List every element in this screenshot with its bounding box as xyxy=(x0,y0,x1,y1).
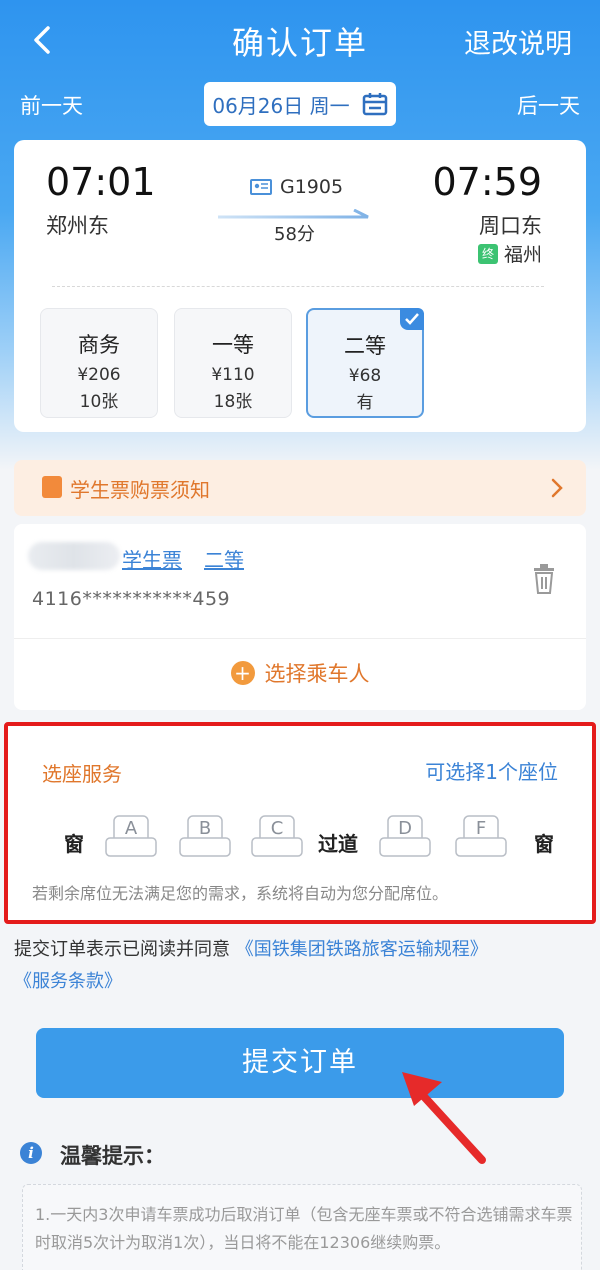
seat-letter: C xyxy=(270,818,284,839)
seat-class-availability: 18张 xyxy=(213,392,253,412)
train-number-text: G1905 xyxy=(280,176,344,198)
terminal-station: 终 福州 xyxy=(477,240,542,267)
seat-class-second[interactable]: 二等 ¥68 有 xyxy=(306,308,424,418)
seat-class-name: 商务 xyxy=(78,333,120,357)
seat-letter: D xyxy=(398,818,412,839)
selected-check-icon xyxy=(400,308,424,330)
seat-B[interactable]: B xyxy=(178,814,232,858)
window-label-right: 窗 xyxy=(534,832,554,856)
train-number[interactable]: G1905 xyxy=(250,176,343,198)
tips-text: 1.一天内3次申请车票成功后取消订单（包含无座车票或不符合选铺需求车票时取消5次… xyxy=(35,1205,573,1252)
seat-class-price: ¥110 xyxy=(211,365,255,385)
seat-map: 窗 A B C 过道 D F 窗 xyxy=(64,814,554,870)
date-text: 06月26日 周一 xyxy=(212,93,350,118)
date-selector[interactable]: 06月26日 周一 xyxy=(204,82,396,126)
student-ticket-notice[interactable]: 学生票购票须知 xyxy=(14,460,586,516)
tips-title: 温馨提示： xyxy=(60,1144,165,1168)
seat-class-business[interactable]: 商务 ¥206 10张 xyxy=(40,308,158,418)
seat-class-price: ¥68 xyxy=(348,366,382,386)
train-id-icon xyxy=(250,179,272,195)
arrival-station: 周口东 xyxy=(479,214,542,238)
trash-icon[interactable] xyxy=(532,564,556,594)
trip-duration: 58分 xyxy=(274,224,315,245)
plus-icon: + xyxy=(230,661,255,685)
seat-D[interactable]: D xyxy=(378,814,432,858)
seat-class-availability: 10张 xyxy=(79,392,119,412)
departure-time: 07:01 xyxy=(46,160,156,204)
seat-class-name: 一等 xyxy=(212,333,254,357)
passenger-seat-class-link[interactable]: 二等 xyxy=(204,544,244,573)
choose-passenger-label: 选择乘车人 xyxy=(264,662,370,686)
seat-letter: B xyxy=(198,818,212,839)
travel-arrow-icon xyxy=(218,204,374,219)
next-day-button[interactable]: 后一天 xyxy=(517,90,580,120)
divider xyxy=(52,286,544,287)
agreement-text: 提交订单表示已阅读并同意 《国铁集团铁路旅客运输规程》《服务条款》 xyxy=(14,934,586,998)
seat-A[interactable]: A xyxy=(104,814,158,858)
seat-class-availability: 有 xyxy=(356,393,374,413)
seat-letter: A xyxy=(124,818,138,839)
divider xyxy=(14,638,586,639)
refund-policy-link[interactable]: 退改说明 xyxy=(464,22,572,61)
seat-service-title: 选座服务 xyxy=(42,762,122,786)
calendar-icon xyxy=(362,92,388,116)
passenger-card: 学生票 二等 4116***********459 + 选择乘车人 xyxy=(14,524,586,710)
prev-day-button[interactable]: 前一天 xyxy=(20,90,83,120)
seat-class-first[interactable]: 一等 ¥110 18张 xyxy=(174,308,292,418)
seat-class-name: 二等 xyxy=(344,334,386,358)
transport-rules-link[interactable]: 《国铁集团铁路旅客运输规程》 xyxy=(236,939,488,960)
tips-box: 1.一天内3次申请车票成功后取消订单（包含无座车票或不符合选铺需求车票时取消5次… xyxy=(22,1184,582,1270)
aisle-label: 过道 xyxy=(318,832,358,856)
red-arrow-annotation-icon xyxy=(392,1060,502,1170)
passenger-id-number: 4116***********459 xyxy=(32,588,231,610)
seat-C[interactable]: C xyxy=(250,814,304,858)
arrival-time: 07:59 xyxy=(432,160,542,204)
seat-service-note: 若剩余席位无法满足您的需求，系统将自动为您分配席位。 xyxy=(32,884,449,903)
train-info-card: 07:01 郑州东 G1905 58分 07:59 周口东 终 福州 商务 ¥2… xyxy=(14,140,586,432)
agreement-prefix: 提交订单表示已阅读并同意 xyxy=(14,939,230,960)
seat-F[interactable]: F xyxy=(454,814,508,858)
service-terms-link[interactable]: 《服务条款》 xyxy=(14,971,122,992)
terminal-station-name: 福州 xyxy=(503,244,542,266)
departure-station: 郑州东 xyxy=(46,214,109,238)
notice-book-icon xyxy=(42,476,62,498)
info-icon: i xyxy=(20,1142,42,1164)
seat-class-price: ¥206 xyxy=(77,365,121,385)
choose-passenger-button[interactable]: + 选择乘车人 xyxy=(14,658,586,688)
terminal-badge: 终 xyxy=(477,243,498,264)
ticket-type-link[interactable]: 学生票 xyxy=(122,544,182,573)
passenger-name-redacted xyxy=(28,542,120,570)
seat-selection-count: 可选择1个座位 xyxy=(425,760,558,784)
window-label-left: 窗 xyxy=(64,832,84,856)
chevron-right-icon xyxy=(548,476,566,500)
seat-selection-service: 选座服务 可选择1个座位 窗 A B C 过道 D F 窗 若剩余席位无法满足您… xyxy=(4,722,596,924)
notice-label: 学生票购票须知 xyxy=(70,478,210,502)
seat-letter: F xyxy=(475,818,487,839)
